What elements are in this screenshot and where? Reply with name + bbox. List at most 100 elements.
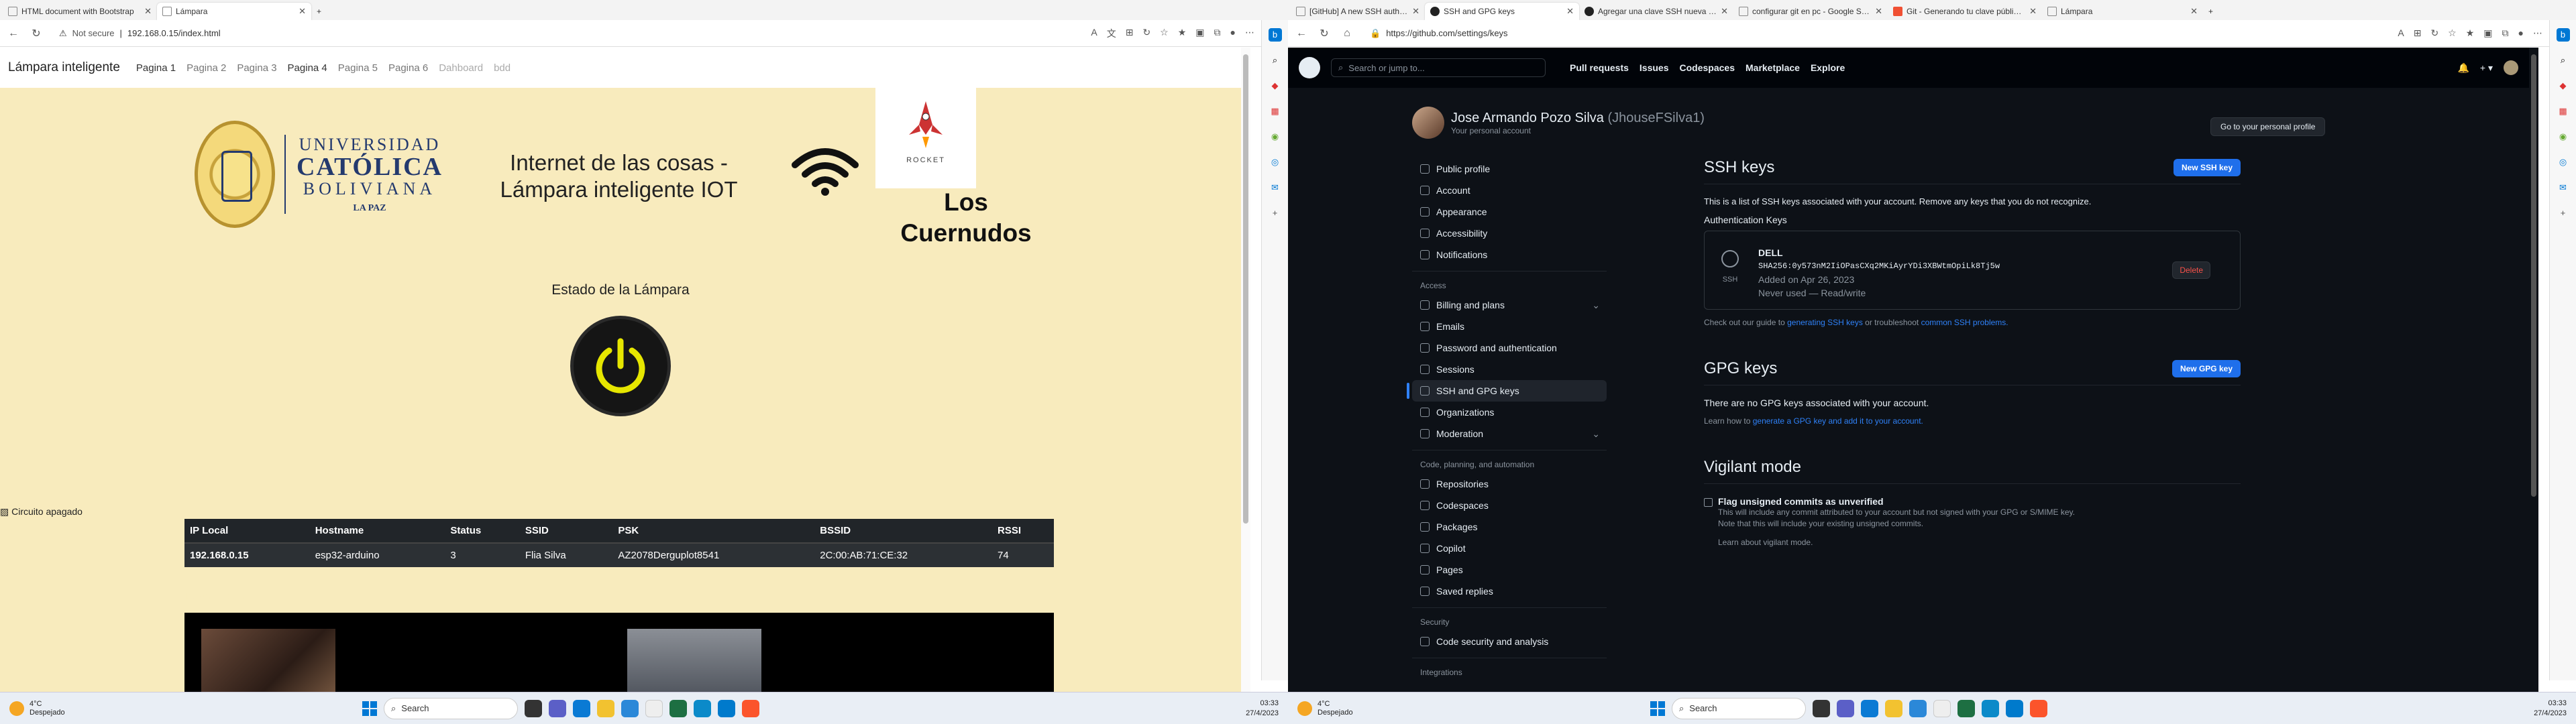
add-icon[interactable]: + — [2557, 206, 2570, 220]
add-icon[interactable]: + — [1269, 206, 1282, 220]
go-to-profile-button[interactable]: Go to your personal profile — [2210, 117, 2326, 136]
nav-explore[interactable]: Explore — [1811, 62, 1845, 73]
sidebar-item-ssh-gpg[interactable]: SSH and GPG keys — [1407, 380, 1607, 402]
sidebar-item-moderation[interactable]: Moderation ⌄ — [1412, 423, 1607, 444]
plus-dropdown-icon[interactable]: + ▾ — [2480, 62, 2493, 74]
sidebar-item-code-security[interactable]: Code security and analysis — [1412, 631, 1607, 652]
collections-icon[interactable]: ▣ — [2483, 27, 2492, 39]
vigilant-label[interactable]: Flag unsigned commits as unverified — [1718, 496, 2075, 507]
browser-tab-active[interactable]: Lámpara ✕ — [157, 3, 311, 20]
close-icon[interactable]: ✕ — [2190, 6, 2198, 17]
avatar[interactable] — [2504, 60, 2518, 75]
edge-icon[interactable] — [573, 699, 590, 717]
new-tab-button[interactable]: + — [311, 3, 331, 20]
refresh-icon[interactable]: ↻ — [1318, 27, 1331, 40]
taskbar-search[interactable]: ⌕ Search — [384, 697, 518, 719]
office-icon[interactable]: ◎ — [2557, 156, 2570, 169]
outlook-icon[interactable]: ✉ — [2557, 181, 2570, 194]
sidebar-item-repositories[interactable]: Repositories — [1412, 473, 1607, 495]
store-icon[interactable] — [1909, 699, 1927, 717]
browser-tab[interactable]: Git - Generando tu clave pública... ✕ — [1888, 3, 2042, 20]
browser-tab[interactable]: Lámpara ✕ — [2042, 3, 2203, 20]
windows-start-icon[interactable] — [362, 701, 377, 716]
vigilant-checkbox[interactable] — [1704, 498, 1713, 507]
page-scrollbar[interactable] — [2529, 48, 2538, 692]
chrome-icon[interactable] — [645, 699, 663, 717]
browser-tab[interactable]: Agregar una clave SSH nueva a t... ✕ — [1579, 3, 1733, 20]
vscode-icon[interactable] — [2006, 699, 2023, 717]
delete-key-button[interactable]: Delete — [2172, 261, 2210, 279]
nav-link-pagina-1[interactable]: Pagina 1 — [136, 62, 176, 74]
generating-ssh-keys-link[interactable]: generating SSH keys — [1787, 318, 1863, 327]
profile-icon[interactable]: ● — [1230, 27, 1236, 40]
refresh-icon[interactable]: ↻ — [30, 27, 43, 40]
vscode-icon[interactable] — [718, 699, 735, 717]
sidebar-item-public-profile[interactable]: Public profile — [1412, 158, 1607, 180]
brave-icon[interactable] — [742, 699, 759, 717]
nav-link-pagina-4[interactable]: Pagina 4 — [288, 62, 327, 74]
close-icon[interactable]: ✕ — [1566, 6, 1574, 17]
home-icon[interactable]: ⌂ — [1340, 27, 1354, 40]
url-field[interactable]: ⚠ Not secure | 192.168.0.15/index.html — [52, 23, 1082, 43]
sidebar-item-account[interactable]: Account — [1412, 180, 1607, 201]
close-icon[interactable]: ✕ — [1875, 6, 1882, 17]
search-icon[interactable]: ⌕ — [1269, 54, 1282, 67]
sidebar-item-codespaces[interactable]: Codespaces — [1412, 495, 1607, 516]
teams-icon[interactable] — [549, 699, 566, 717]
close-icon[interactable]: ✕ — [1412, 6, 1419, 17]
scroll-thumb[interactable] — [1243, 54, 1248, 524]
sidebar-item-packages[interactable]: Packages — [1412, 516, 1607, 538]
translate-icon[interactable]: 文 — [1107, 27, 1116, 40]
page-scrollbar[interactable] — [1241, 48, 1250, 692]
file-explorer-icon[interactable] — [1885, 699, 1902, 717]
favorite-icon[interactable]: ☆ — [1160, 27, 1169, 40]
games-icon[interactable]: ◉ — [2557, 130, 2570, 143]
vigilant-learn-link[interactable]: Learn about vigilant mode. — [1718, 538, 2075, 547]
nav-pull-requests[interactable]: Pull requests — [1570, 62, 1629, 73]
sidebar-item-password[interactable]: Password and authentication — [1412, 337, 1607, 359]
nav-link-bdd[interactable]: bdd — [494, 62, 511, 74]
favorites-icon[interactable]: ★ — [2466, 27, 2475, 39]
new-ssh-key-button[interactable]: New SSH key — [2173, 159, 2241, 176]
close-icon[interactable]: ✕ — [144, 6, 152, 17]
sidebar-item-saved-replies[interactable]: Saved replies — [1412, 581, 1607, 602]
favorites-icon[interactable]: ★ — [1178, 27, 1187, 40]
tools-icon[interactable]: ▦ — [1269, 105, 1282, 118]
apps-icon[interactable]: ⊞ — [1126, 27, 1134, 40]
browser-tab[interactable]: HTML document with Bootstrap ✕ — [3, 3, 157, 20]
sidebar-item-pages[interactable]: Pages — [1412, 559, 1607, 581]
bing-icon[interactable]: b — [1268, 28, 1282, 42]
extensions-icon[interactable]: ⧉ — [1214, 27, 1221, 40]
windows-start-icon[interactable] — [1650, 701, 1665, 716]
shopping-icon[interactable]: ◆ — [1269, 79, 1282, 93]
shopping-icon[interactable]: ◆ — [2557, 79, 2570, 93]
weather-widget[interactable]: 4°C Despejado — [0, 700, 134, 717]
more-icon[interactable]: ⋯ — [2533, 27, 2542, 39]
browser-tab[interactable]: [GitHub] A new SSH authenticati...✕ — [1291, 3, 1425, 20]
clock[interactable]: 03:33 27/4/2023 — [1246, 699, 1279, 719]
profile-icon[interactable]: ● — [2518, 27, 2524, 39]
nav-link-pagina-2[interactable]: Pagina 2 — [186, 62, 226, 74]
search-icon[interactable]: ⌕ — [2557, 54, 2570, 67]
bell-icon[interactable]: 🔔 — [2457, 62, 2469, 74]
avatar[interactable] — [1412, 107, 1444, 139]
gpg-learn-link[interactable]: generate a GPG key and add it to your ac… — [1753, 416, 1923, 426]
power-button[interactable] — [570, 316, 671, 416]
chrome-icon[interactable] — [1933, 699, 1951, 717]
sidebar-item-emails[interactable]: Emails — [1412, 316, 1607, 337]
sidebar-item-copilot[interactable]: Copilot — [1412, 538, 1607, 559]
sidebar-item-organizations[interactable]: Organizations — [1412, 402, 1607, 423]
close-icon[interactable]: ✕ — [299, 6, 306, 17]
back-icon[interactable]: ← — [7, 27, 20, 40]
sidebar-item-accessibility[interactable]: Accessibility — [1412, 223, 1607, 244]
profile-name[interactable]: Jose Armando Pozo Silva — [1451, 111, 1604, 125]
close-icon[interactable]: ✕ — [2029, 6, 2037, 17]
weather-widget[interactable]: 4°C Despejado — [1288, 700, 1422, 717]
file-explorer-icon[interactable] — [597, 699, 614, 717]
tools-icon[interactable]: ▦ — [2557, 105, 2570, 118]
teams-icon[interactable] — [1837, 699, 1854, 717]
extensions-icon[interactable]: ⧉ — [2502, 27, 2509, 39]
ssh-problems-link[interactable]: common SSH problems. — [1921, 318, 2008, 327]
task-view-icon[interactable] — [1813, 699, 1830, 717]
app-icon[interactable] — [1982, 699, 1999, 717]
